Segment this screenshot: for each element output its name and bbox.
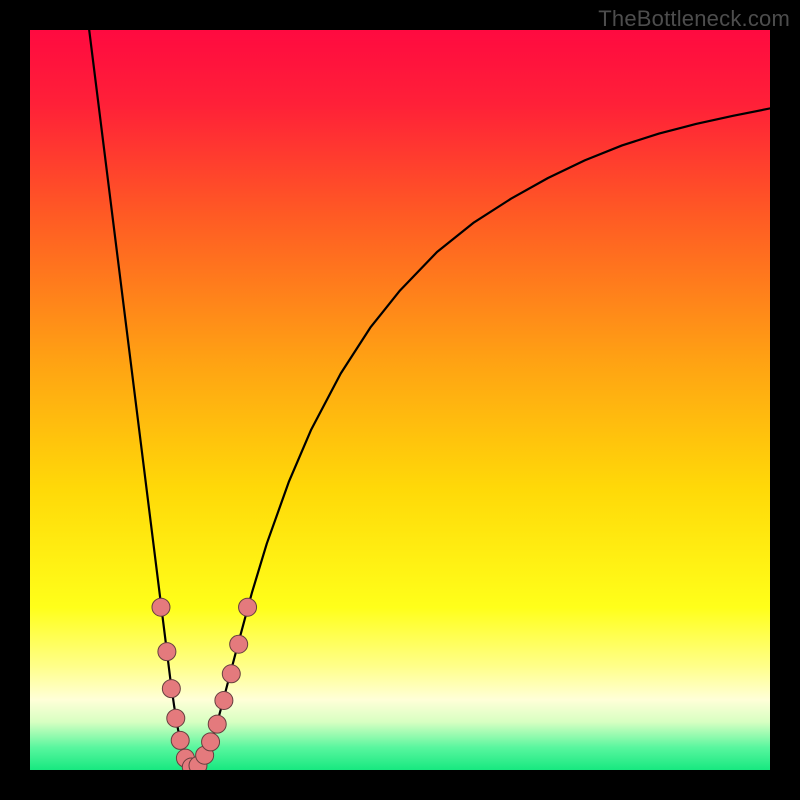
marker-point bbox=[152, 598, 170, 616]
marker-point bbox=[230, 635, 248, 653]
marker-point bbox=[239, 598, 257, 616]
marker-point bbox=[215, 691, 233, 709]
watermark-text: TheBottleneck.com bbox=[598, 6, 790, 32]
marker-point bbox=[202, 733, 220, 751]
marker-point bbox=[167, 709, 185, 727]
chart-frame: TheBottleneck.com bbox=[0, 0, 800, 800]
bottleneck-chart bbox=[30, 30, 770, 770]
marker-point bbox=[171, 731, 189, 749]
marker-point bbox=[158, 643, 176, 661]
marker-point bbox=[222, 665, 240, 683]
chart-background bbox=[30, 30, 770, 770]
marker-point bbox=[208, 715, 226, 733]
marker-point bbox=[162, 680, 180, 698]
